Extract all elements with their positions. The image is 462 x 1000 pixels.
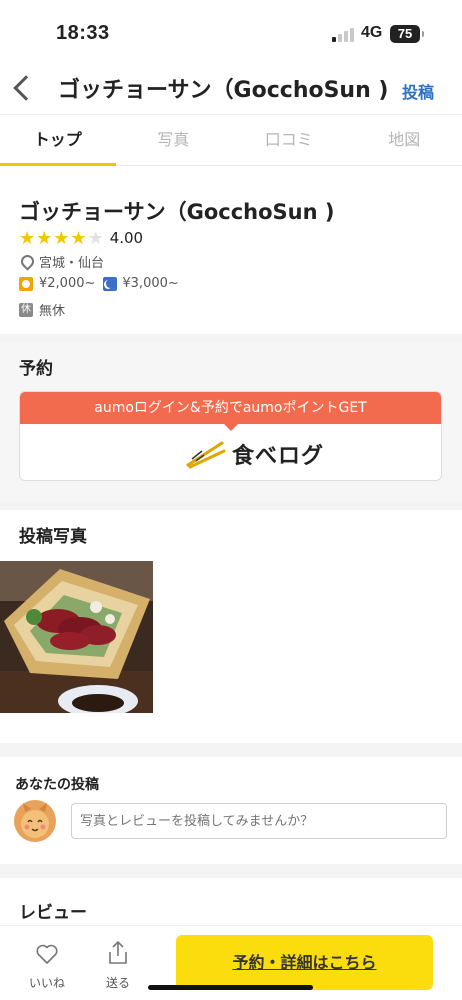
divider — [0, 864, 462, 878]
app-header: ゴッチョーサン（GocchoSun ) 投稿 — [0, 62, 462, 114]
tab-photos[interactable]: 写真 — [116, 115, 232, 165]
avatar — [14, 800, 56, 842]
food-photo-image — [0, 561, 153, 713]
like-label: いいね — [28, 976, 65, 990]
area-row: 宮城・仙台 — [19, 252, 104, 271]
holiday-row: 休 無休 — [19, 300, 65, 319]
star-icon: ★ — [87, 227, 104, 249]
share-icon — [109, 940, 127, 964]
dinner-price: ¥3,000~ — [122, 276, 179, 291]
status-bar: 18:33 4G 75 — [0, 0, 462, 62]
post-button[interactable]: 投稿 — [402, 79, 434, 103]
tab-bar: トップ 写真 口コミ 地図 — [0, 114, 462, 166]
heart-icon — [36, 944, 58, 964]
reservation-title: 予約 — [19, 359, 53, 379]
posted-photo[interactable] — [0, 561, 153, 713]
divider — [0, 502, 462, 510]
holiday-icon: 休 — [19, 302, 33, 317]
photos-title: 投稿写真 — [19, 527, 87, 547]
aumo-point-banner: aumoログイン&予約でaumoポイントGET — [20, 392, 441, 431]
tab-reviews[interactable]: 口コミ — [231, 115, 347, 165]
home-indicator — [148, 985, 313, 990]
rating-stars: ★★★★★ — [19, 229, 105, 248]
star-icon: ★ — [53, 227, 70, 249]
battery-icon: 75 — [390, 25, 424, 43]
reservation-card[interactable]: aumoログイン&予約でaumoポイントGET 食べログ — [19, 391, 442, 481]
share-button[interactable]: 送る — [88, 926, 148, 996]
divider — [0, 743, 462, 757]
location-pin-icon — [19, 255, 31, 269]
tab-map[interactable]: 地図 — [347, 115, 462, 165]
chopsticks-icon — [186, 441, 226, 469]
star-icon: ★ — [19, 227, 36, 249]
area-text: 宮城・仙台 — [39, 256, 105, 271]
rating: ★★★★★ 4.00 — [19, 228, 143, 248]
reserve-details-button[interactable]: 予約・詳細はこちら — [176, 935, 433, 990]
tabelog-logo: 食べログ — [186, 436, 324, 472]
star-icon: ★ — [36, 227, 53, 249]
your-post-title: あなたの投稿 — [15, 777, 99, 793]
signal-icon — [332, 28, 354, 42]
star-icon: ★ — [70, 227, 87, 249]
price-row: ¥2,000~ ¥3,000~ — [19, 276, 179, 291]
post-prompt-input[interactable] — [71, 803, 447, 839]
like-button[interactable]: いいね — [17, 926, 77, 996]
lunch-price: ¥2,000~ — [39, 276, 96, 291]
tab-top[interactable]: トップ — [0, 115, 116, 166]
shop-name: ゴッチョーサン（GocchoSun ) — [19, 200, 335, 224]
tabelog-logo-text: 食べログ — [232, 444, 325, 469]
lunch-sun-icon — [19, 276, 33, 291]
dinner-moon-icon — [103, 276, 118, 291]
rating-value: 4.00 — [109, 229, 144, 247]
network-label: 4G — [361, 24, 383, 41]
holiday-text: 無休 — [39, 304, 66, 319]
page-title: ゴッチョーサン（GocchoSun ) — [58, 78, 389, 103]
status-time: 18:33 — [56, 22, 110, 44]
share-label: 送る — [105, 976, 130, 990]
divider — [0, 334, 462, 342]
reviews-title: レビュー — [19, 903, 87, 923]
back-chevron-icon[interactable] — [8, 70, 38, 106]
